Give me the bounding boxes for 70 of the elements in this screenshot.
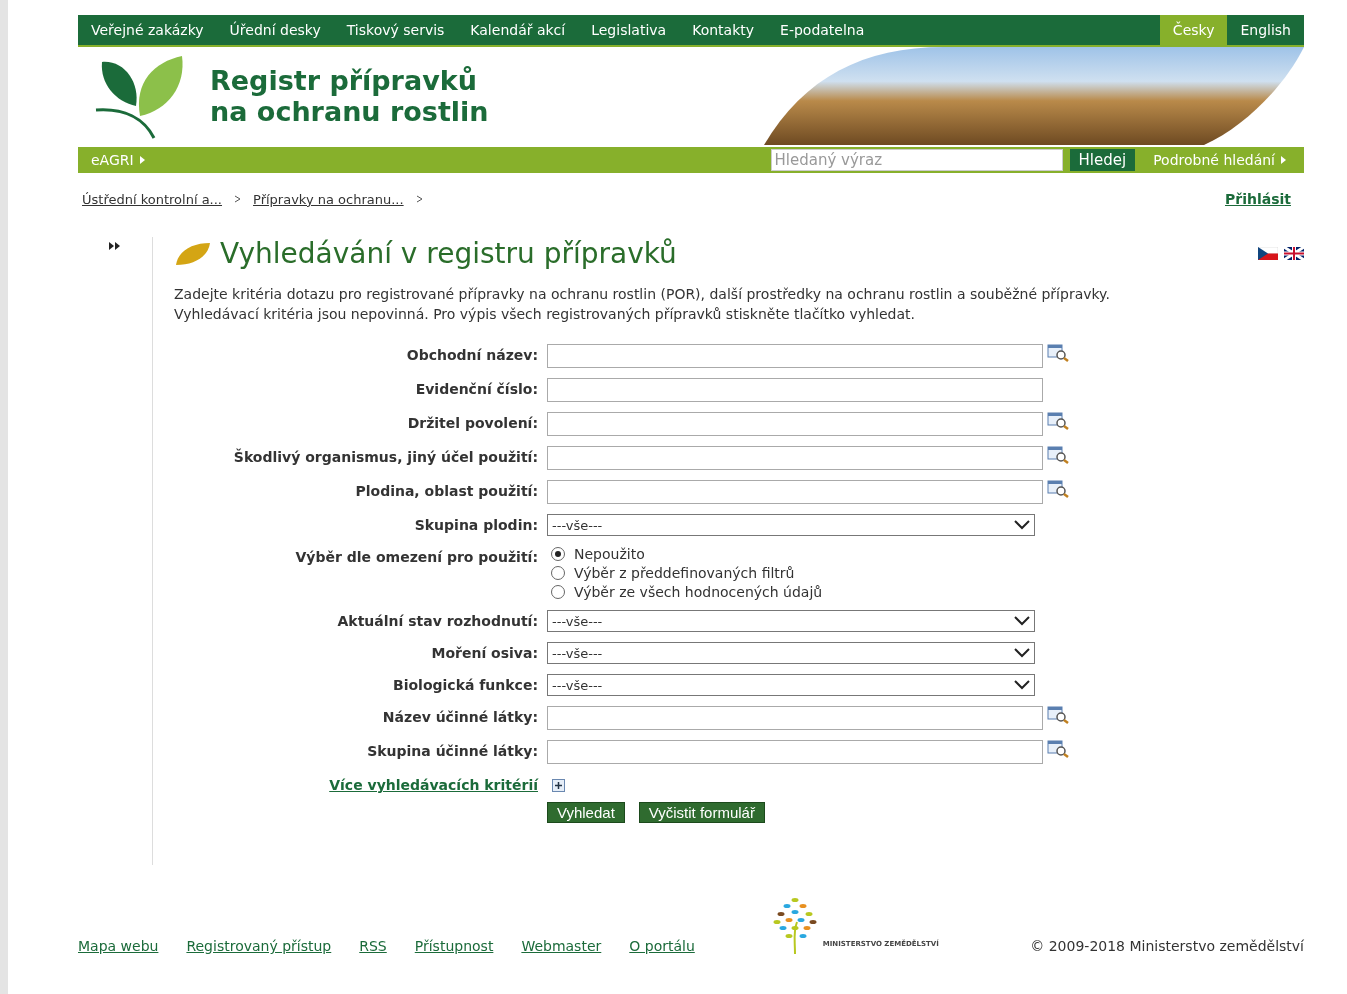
field-label: Obchodní název: — [405, 346, 539, 365]
radio-label: Výběr z předdefinovaných filtrů — [574, 565, 795, 581]
form-button[interactable]: Vyčistit formulář — [638, 802, 765, 823]
nav-link[interactable]: Úřední desky — [216, 15, 334, 45]
triangle-right-icon — [1281, 156, 1286, 164]
field-label: Držitel povolení: — [406, 414, 539, 433]
chevron-down-icon — [1014, 616, 1030, 626]
footer-link[interactable]: Registrovaný přístup — [186, 938, 332, 954]
footer-link[interactable]: Přístupnost — [414, 938, 494, 954]
field-label: Skupina plodin: — [413, 516, 539, 535]
nav-link[interactable]: Tiskový servis — [333, 15, 458, 45]
double-arrow-icon[interactable] — [109, 242, 121, 250]
breadcrumb-separator-icon — [234, 195, 241, 203]
chevron-down-icon — [1014, 648, 1030, 658]
field-label: Moření osiva: — [430, 644, 539, 663]
input-field[interactable] — [547, 480, 1043, 504]
select-dropdown[interactable]: ---vše--- — [547, 610, 1035, 632]
select-dropdown[interactable]: ---vše--- — [547, 514, 1035, 536]
lookup-icon[interactable] — [1047, 412, 1069, 430]
input-field[interactable] — [547, 446, 1043, 470]
intro-paragraph: Zadejte kritéria dotazu pro registrované přípravky na ochranu rostlin (POR), další prostředky na ochranu rostlin a souběžné přípravky. Vyhledávací kritéria jsou nepovinná. Pro výpis všech registrovaných přípravků stiskněte tlačítko vyhledat. — [174, 285, 1111, 324]
input-field[interactable] — [547, 740, 1043, 764]
footer-link[interactable]: O portálu — [629, 938, 695, 954]
field-label: Název účinné látky: — [381, 708, 539, 727]
input-field[interactable] — [547, 706, 1043, 730]
nav-link[interactable]: E-podatelna — [767, 15, 878, 45]
chevron-down-icon — [1014, 520, 1030, 530]
footer-link[interactable]: RSS — [359, 938, 387, 954]
site-title: Registr přípravků na ochranu rostlin — [210, 65, 489, 127]
nav-link[interactable]: Kontakty — [679, 15, 768, 45]
more-criteria-link[interactable]: Více vyhledávacích kritérií — [174, 777, 547, 793]
copyright-text: © 2009-2018 Ministerstvo zemědělství — [1030, 938, 1304, 954]
lookup-icon[interactable] — [1047, 446, 1069, 464]
field-label: Plodina, oblast použití: — [354, 482, 539, 501]
nav-link[interactable]: Kalendář akcí — [457, 15, 579, 45]
input-field[interactable] — [547, 378, 1043, 402]
triangle-right-icon — [139, 156, 145, 164]
search-button[interactable]: Hledej — [1069, 149, 1136, 171]
czech-flag-icon[interactable] — [1258, 247, 1278, 260]
field-label: Aktuální stav rozhodnutí: — [336, 612, 539, 631]
breadcrumb-link[interactable]: Ústřední kontrolní a... — [82, 191, 222, 207]
field-label: Skupina účinné látky: — [366, 742, 539, 761]
breadcrumb-separator-icon — [415, 195, 423, 203]
input-field[interactable] — [547, 412, 1043, 436]
select-dropdown[interactable]: ---vše--- — [547, 674, 1035, 696]
login-link[interactable]: Přihlásit — [1225, 191, 1291, 207]
lookup-icon[interactable] — [1047, 344, 1069, 362]
field-label: Výběr dle omezení pro použití: — [294, 548, 539, 567]
lookup-icon[interactable] — [1047, 740, 1069, 758]
radio-label: Nepoužito — [574, 546, 645, 562]
lookup-icon[interactable] — [1047, 480, 1069, 498]
nav-link[interactable]: Legislativa — [578, 15, 680, 45]
page-heading: Vyhledávání v registru přípravků — [220, 237, 677, 270]
uk-flag-icon[interactable] — [1284, 247, 1304, 260]
nav-link[interactable]: Veřejné zakázky — [78, 15, 217, 45]
leaf-icon — [174, 240, 212, 267]
field-label: Škodlivý organismus, jiný účel použití: — [232, 447, 539, 467]
search-field[interactable]: Hledaný výraz — [770, 149, 1063, 171]
form-button[interactable]: Vyhledat — [547, 802, 625, 823]
lookup-icon[interactable] — [1047, 706, 1069, 724]
chevron-down-icon — [1014, 680, 1030, 690]
field-label: Evidenční číslo: — [414, 380, 539, 399]
plus-icon[interactable] — [552, 778, 565, 792]
footer-link[interactable]: Mapa webu — [78, 938, 159, 954]
field-label: Biologická funkce: — [392, 676, 539, 695]
select-dropdown[interactable]: ---vše--- — [547, 642, 1035, 664]
radio-label: Výběr ze všech hodnocených údajů — [574, 584, 823, 600]
breadcrumb-link[interactable]: Přípravky na ochranu... — [253, 191, 404, 207]
input-field[interactable] — [547, 344, 1043, 368]
footer-link[interactable]: Webmaster — [521, 938, 602, 954]
